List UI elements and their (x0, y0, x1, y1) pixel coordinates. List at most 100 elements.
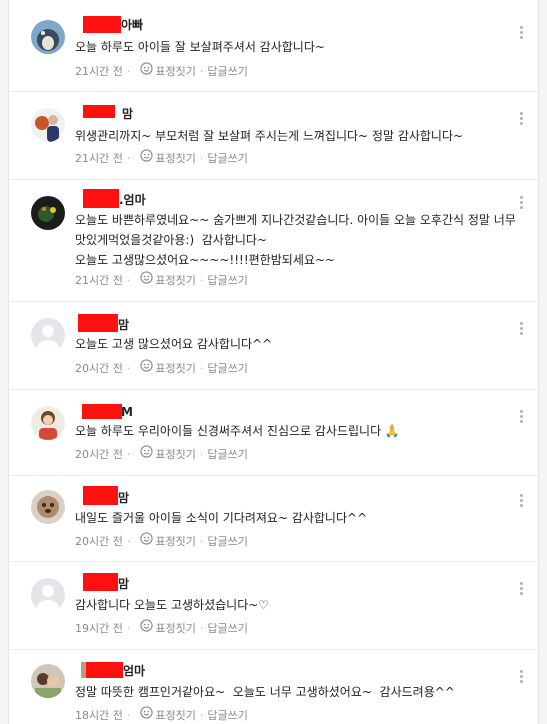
author-name[interactable]: M (75, 404, 175, 422)
reply-button[interactable]: 답글쓰기 (207, 621, 247, 637)
avatar[interactable] (31, 490, 65, 524)
more-options-icon[interactable] (518, 26, 524, 40)
comment-meta: 20시간 전 · 표정짓기 · 답글쓰기 (75, 445, 248, 463)
reply-button[interactable]: 답글쓰기 (207, 64, 247, 80)
comment-time: 21시간 전 (75, 65, 123, 78)
more-options-icon[interactable] (518, 582, 524, 596)
author-name[interactable]: .엄마 (75, 189, 185, 208)
reply-button[interactable]: 답글쓰기 (207, 447, 247, 463)
comment-text: 오늘도 고생 많으셨어요 감사합니다^^ (75, 337, 273, 351)
comment-meta: 18시간 전 · 표정짓기 · 답글쓰기 (75, 706, 248, 724)
comment-text: 정말 따뜻한 캠프인거같아요~ 오늘도 너무 고생하셨어요~ 감사드려용^^ (75, 685, 455, 699)
profile-photo-icon (31, 406, 65, 440)
comment-item: .엄마 오늘도 바쁜하루였네요~~ 숨가쁘게 지나간것같습니다. 아이들 오늘 … (9, 180, 540, 302)
author-suffix: .엄마 (119, 193, 146, 207)
comment-text: 오늘 하루도 우리아이들 신경써주셔서 진심으로 감사드립니다 🙏 (75, 424, 400, 438)
redaction-block (83, 16, 121, 33)
comment-list: 아빠 오늘 하루도 아이들 잘 보살펴주셔서 감사합니다~ 21시간 전 · 표정짓… (8, 0, 540, 724)
comment-text: 감사합니다 오늘도 고생하셨습니다~♡ (75, 598, 270, 612)
smile-icon (140, 532, 153, 545)
comment-time: 19시간 전 (75, 622, 123, 635)
author-suffix: 맘 (118, 318, 130, 332)
author-suffix: 맘 (118, 491, 130, 505)
author-suffix: 맘 (122, 107, 134, 121)
comment-text: 내일도 즐거울 아이들 소식이 기다려져요~ 감사합니다^^ (75, 511, 368, 525)
react-button[interactable]: 표정짓기 (155, 151, 195, 167)
reply-button[interactable]: 답글쓰기 (207, 534, 247, 550)
avatar[interactable] (31, 108, 65, 142)
author-suffix: 맘 (118, 577, 130, 591)
more-options-icon[interactable] (518, 410, 524, 424)
default-avatar-icon (31, 318, 65, 352)
smile-icon (140, 359, 153, 372)
comment-text: 오늘 하루도 아이들 잘 보살펴주셔서 감사합니다~ (75, 40, 325, 54)
avatar[interactable] (31, 196, 65, 230)
comment-time: 21시간 전 (75, 152, 123, 165)
more-options-icon[interactable] (518, 112, 524, 126)
comment-item: 아빠 오늘 하루도 아이들 잘 보살펴주셔서 감사합니다~ 21시간 전 · 표정짓… (9, 0, 540, 92)
react-button[interactable]: 표정짓기 (155, 621, 195, 637)
react-button[interactable]: 표정짓기 (155, 708, 195, 724)
avatar[interactable] (31, 20, 65, 54)
redaction-block (83, 486, 118, 505)
comment-meta: 21시간 전 · 표정짓기 · 답글쓰기 (75, 271, 248, 289)
profile-photo-icon (31, 196, 65, 230)
avatar[interactable] (31, 318, 65, 352)
redaction-block (78, 314, 118, 332)
profile-photo-icon (31, 108, 65, 142)
author-suffix: M (121, 405, 133, 419)
smile-icon (140, 149, 153, 162)
smile-icon (140, 271, 153, 284)
comment-time: 20시간 전 (75, 362, 123, 375)
reply-button[interactable]: 답글쓰기 (207, 151, 247, 167)
reply-button[interactable]: 답글쓰기 (207, 708, 247, 724)
react-button[interactable]: 표정짓기 (155, 361, 195, 377)
avatar[interactable] (31, 664, 65, 698)
author-name[interactable]: 아빠 (75, 16, 175, 34)
comment-text: 위생관리까지~ 부모처럼 잘 보살펴 주시는게 느껴집니다~ 정말 감사합니다~ (75, 129, 464, 143)
react-button[interactable]: 표정짓기 (155, 534, 195, 550)
react-button[interactable]: 표정짓기 (155, 273, 195, 289)
profile-photo-icon (31, 20, 65, 54)
comment-item: 맘 오늘도 고생 많으셨어요 감사합니다^^ 20시간 전 · 표정짓기 · 답글쓰기 (9, 302, 540, 390)
author-name[interactable]: 맘 (75, 486, 175, 505)
redaction-block (83, 573, 118, 591)
avatar[interactable] (31, 578, 65, 612)
avatar[interactable] (31, 406, 65, 440)
comment-meta: 21시간 전 · 표정짓기 · 답글쓰기 (75, 62, 248, 80)
react-button[interactable]: 표정짓기 (155, 64, 195, 80)
smile-icon (140, 62, 153, 75)
author-suffix: 엄마 (123, 664, 146, 678)
react-button[interactable]: 표정짓기 (155, 447, 195, 463)
comment-item: M 오늘 하루도 우리아이들 신경써주셔서 진심으로 감사드립니다 🙏 20시간… (9, 390, 540, 476)
comment-time: 20시간 전 (75, 535, 123, 548)
comment-text: 오늘도 바쁜하루였네요~~ 숨가쁘게 지나간것같습니다. 아이들 오늘 오후간식… (75, 213, 516, 267)
reply-button[interactable]: 답글쓰기 (207, 273, 247, 289)
redaction-block (83, 105, 115, 118)
more-options-icon[interactable] (518, 196, 524, 210)
comment-meta: 21시간 전 · 표정짓기 · 답글쓰기 (75, 149, 248, 167)
author-name[interactable]: 맘 (75, 314, 175, 332)
smile-icon (140, 706, 153, 719)
comment-item: 엄마 정말 따뜻한 캠프인거같아요~ 오늘도 너무 고생하셨어요~ 감사드려용^… (9, 650, 540, 724)
comment-time: 21시간 전 (75, 274, 123, 287)
comment-meta: 20시간 전 · 표정짓기 · 답글쓰기 (75, 532, 248, 550)
comment-time: 18시간 전 (75, 709, 123, 722)
more-options-icon[interactable] (518, 670, 524, 684)
author-name[interactable]: 엄마 (75, 662, 185, 680)
redaction-block (82, 404, 122, 419)
reply-button[interactable]: 답글쓰기 (207, 361, 247, 377)
profile-photo-icon (31, 664, 65, 698)
comment-item: 맘 위생관리까지~ 부모처럼 잘 보살펴 주시는게 느껴집니다~ 정말 감사합니… (9, 92, 540, 180)
author-name[interactable]: 맘 (75, 105, 175, 123)
author-suffix: 아빠 (121, 18, 144, 32)
comment-time: 20시간 전 (75, 448, 123, 461)
redaction-block (86, 662, 123, 678)
comment-meta: 20시간 전 · 표정짓기 · 답글쓰기 (75, 359, 248, 377)
comment-item: 맘 내일도 즐거울 아이들 소식이 기다려져요~ 감사합니다^^ 20시간 전 ·… (9, 476, 540, 562)
more-options-icon[interactable] (518, 494, 524, 508)
author-name[interactable]: 맘 (75, 573, 175, 591)
profile-photo-icon (31, 490, 65, 524)
more-options-icon[interactable] (518, 322, 524, 336)
smile-icon (140, 619, 153, 632)
